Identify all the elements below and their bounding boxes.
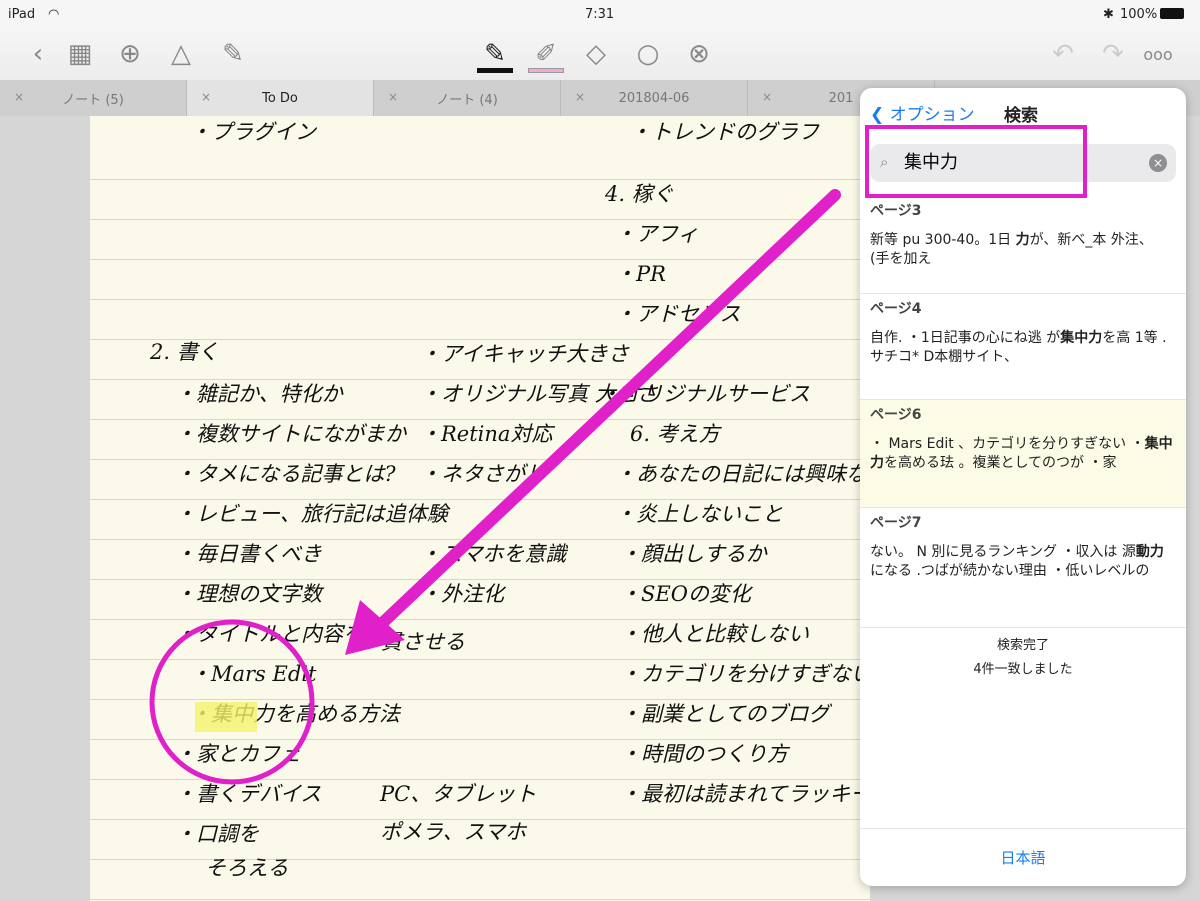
handwritten-line: 一貫させる bbox=[360, 630, 465, 654]
handwritten-line: ・トレンドのグラフ bbox=[630, 120, 819, 144]
handwritten-line: 6. 考え方 bbox=[630, 422, 720, 446]
handwritten-line: ・他人と比較しない bbox=[620, 622, 809, 646]
handwritten-line: ・あなたの日記には興味なし bbox=[615, 462, 888, 486]
result-page: ページ4 bbox=[870, 301, 922, 317]
options-back-button[interactable]: ❮ オプション bbox=[870, 100, 975, 125]
wifi-icon: ◠ bbox=[48, 7, 60, 22]
result-page: ページ6 bbox=[870, 407, 922, 423]
handwritten-line: ・雑記か、特化か bbox=[175, 382, 343, 406]
handwritten-line: ・口調を bbox=[175, 822, 259, 846]
handwritten-line: ・炎上しないこと bbox=[615, 502, 783, 526]
close-icon[interactable]: × bbox=[575, 90, 585, 104]
handwritten-line: ・アドセンス bbox=[615, 302, 741, 326]
no-tool-icon[interactable]: ⊗ bbox=[681, 36, 717, 72]
highlighter-icon[interactable]: ✐ bbox=[528, 36, 564, 72]
redo-icon[interactable]: ↷ bbox=[1095, 36, 1131, 72]
device-name: iPad bbox=[8, 7, 36, 22]
pen-icon[interactable]: ✎ bbox=[477, 36, 513, 72]
edit-icon[interactable]: ✎ bbox=[215, 36, 251, 72]
handwritten-line: 2. 書く bbox=[150, 340, 219, 364]
handwritten-line: ・カテゴリを分けすぎない bbox=[620, 662, 872, 686]
handwritten-line: ・プラグイン bbox=[190, 120, 316, 144]
toolbar: ‹ ▦ ⊕ △ ✎ ✎ ✐ ◇ ○ ⊗ ↶ ↷ ooo bbox=[0, 28, 1200, 80]
clock: 7:31 bbox=[585, 7, 615, 22]
annotation-box bbox=[865, 125, 1087, 198]
handwritten-line: ・Retina対応 bbox=[420, 422, 553, 446]
battery-icon bbox=[1160, 8, 1184, 19]
match-text: 動力 bbox=[1135, 544, 1164, 560]
handwritten-line: そろえる bbox=[205, 856, 289, 880]
popover-title: 検索 bbox=[1004, 106, 1038, 126]
result-page: ページ7 bbox=[870, 515, 922, 531]
handwritten-line: ポメラ、スマホ bbox=[380, 820, 526, 844]
handwritten-line: ・レビュー、旅行記は追体験 bbox=[175, 502, 448, 526]
handwritten-line: ・ネタさがし bbox=[420, 462, 546, 486]
tab-201804-06[interactable]: × 201804-06 bbox=[561, 80, 748, 116]
bluetooth-icon: ✱ bbox=[1103, 7, 1114, 22]
match-text: 力 bbox=[1015, 232, 1030, 248]
clear-icon[interactable]: × bbox=[1149, 154, 1167, 172]
handwritten-line: ・SEOの変化 bbox=[620, 582, 751, 606]
handwritten-line: ・アイキャッチ大きさ bbox=[420, 342, 629, 366]
match-text: 集中力 bbox=[1060, 330, 1103, 346]
close-icon[interactable]: × bbox=[201, 90, 211, 104]
search-result[interactable]: ページ7 ない。 N 別に見るランキング ・収入は 源動力になる .つばが続かない… bbox=[860, 508, 1186, 628]
handwritten-line: ・タイトルと内容を bbox=[175, 622, 364, 646]
handwritten-line: ・毎日書くべき bbox=[175, 542, 322, 566]
handwritten-line: ・アフィ bbox=[615, 222, 699, 246]
handwritten-line: ・書くデバイス bbox=[175, 782, 322, 806]
handwritten-line: ・理想の文字数 bbox=[175, 582, 322, 606]
search-popover: ❮ オプション 検索 ⌕ × ページ3新等 pu 300-40。1日 力が、新べ… bbox=[860, 88, 1186, 886]
handwritten-line: 4. 稼ぐ bbox=[605, 182, 674, 206]
language-button[interactable]: 日本語 bbox=[860, 828, 1186, 886]
handwritten-line: ・家とカフェ bbox=[175, 742, 301, 766]
result-page: ページ3 bbox=[870, 203, 922, 219]
back-chevron-icon[interactable]: ‹ bbox=[20, 36, 56, 72]
handwritten-line: ・スマホを意識 bbox=[420, 542, 567, 566]
handwritten-line: ・Mars Edit bbox=[190, 662, 317, 686]
shapes-icon[interactable]: △ bbox=[163, 36, 199, 72]
pen-color-swatch bbox=[477, 68, 513, 73]
add-page-icon[interactable]: ⊕ bbox=[112, 36, 148, 72]
handwritten-line: ・外注化 bbox=[420, 582, 504, 606]
handwritten-line: ・副業としてのブログ bbox=[620, 702, 830, 726]
close-icon[interactable]: × bbox=[388, 90, 398, 104]
search-summary: 検索完了 4件一致しました bbox=[973, 638, 1073, 677]
grid-icon[interactable]: ▦ bbox=[62, 36, 98, 72]
undo-icon[interactable]: ↶ bbox=[1045, 36, 1081, 72]
notebook-page[interactable]: ・プラグイン 2. 書く・雑記か、特化か・複数サイトにながまか ・タメになる記事とは… bbox=[90, 116, 888, 901]
close-icon[interactable]: × bbox=[762, 90, 772, 104]
tab-todo[interactable]: × To Do bbox=[187, 80, 374, 116]
close-icon[interactable]: × bbox=[14, 90, 24, 104]
handwritten-line: ・オリジナルサービス bbox=[600, 382, 810, 406]
status-bar: iPad ◠ 7:31 ✱ 100% bbox=[0, 0, 1200, 28]
handwritten-line: ・最初は読まれてラッキー bbox=[620, 782, 872, 806]
highlight-mark bbox=[195, 702, 257, 732]
search-result[interactable]: ページ4 自作. ・1日記事の心にね逃 が集中力を高 1等 .サチコ* D本棚サイ… bbox=[860, 294, 1186, 400]
battery-level: 100% bbox=[1120, 7, 1158, 22]
handwritten-line: ・タメになる記事とは? bbox=[175, 462, 396, 486]
search-result[interactable]: ページ3 新等 pu 300-40。1日 力が、新べ_本 外注、 (手を加え bbox=[860, 196, 1186, 294]
eraser-icon[interactable]: ◇ bbox=[578, 36, 614, 72]
handwritten-line: ・顔出しするか bbox=[620, 542, 767, 566]
lasso-icon[interactable]: ○ bbox=[630, 36, 666, 72]
handwritten-line: ・PR bbox=[615, 262, 666, 286]
handwritten-line: ・複数サイトにながまか bbox=[175, 422, 406, 446]
handwritten-line: ・時間のつくり方 bbox=[620, 742, 788, 766]
search-result[interactable]: ページ6 ・ Mars Edit 、カテゴリを分りすぎない ・集中力を高める珐 。… bbox=[860, 400, 1186, 508]
highlighter-color-swatch bbox=[528, 68, 564, 73]
handwritten-line: PC、タブレット bbox=[380, 782, 537, 806]
more-icon[interactable]: ooo bbox=[1140, 36, 1176, 72]
tab-note-5[interactable]: × ノート (5) bbox=[0, 80, 187, 116]
tab-note-4[interactable]: × ノート (4) bbox=[374, 80, 561, 116]
